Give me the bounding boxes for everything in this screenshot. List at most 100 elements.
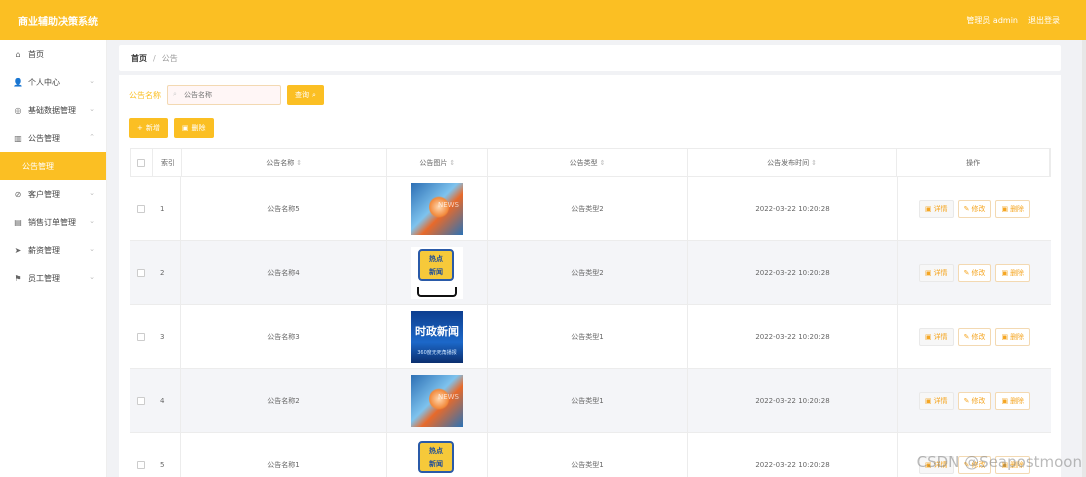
detail-button[interactable]: ▣ 详情 (918, 391, 954, 410)
header-time[interactable]: 公告发布时间 ⇕ (688, 149, 898, 176)
search-input[interactable] (167, 85, 281, 105)
row-type: 公告类型1 (488, 433, 688, 477)
page-scrollbar[interactable] (1082, 40, 1086, 477)
table-row: 3 公告名称3 时政新闻 360度无死角播报 公告类型1 2022-03-22 10:20… (130, 305, 1051, 369)
detail-button-label: 详情 (933, 332, 948, 341)
sidebar-item-3[interactable]: ▥ 公告管理 ⌃ (0, 124, 106, 152)
breadcrumb-home[interactable]: 首页 (131, 53, 147, 64)
detail-button-label: 详情 (933, 204, 948, 213)
header-image-label: 公告图片 (419, 158, 448, 167)
thumbnail-badge: 热点 新闻 (418, 248, 454, 281)
select-all-checkbox[interactable] (137, 158, 146, 167)
table-row: 2 公告名称4 热点 新闻 公告类型2 2022-03-22 10:20:28 ▣ 详情 ✎ 修改… (130, 241, 1051, 305)
delete-button[interactable]: ▣ 删除 (995, 391, 1031, 410)
top-header: 商业辅助决策系统 管理员 admin 退出登录 (0, 0, 1086, 40)
bulk-delete-label: 删除 (191, 124, 206, 132)
trash-icon: ▣ (181, 124, 189, 132)
flag-icon: ⚑ (14, 273, 22, 283)
announcement-thumbnail[interactable]: 热点 新闻 (411, 438, 463, 477)
row-image-cell: NEWS (387, 177, 488, 240)
sidebar-item-5[interactable]: ⊘ 客户管理 ⌄ (0, 180, 106, 208)
trash-icon: ▤ (14, 217, 22, 227)
header-name-label: 公告名称 (266, 158, 295, 167)
search-row: 公告名称 ⌕ 查询 ⌕ (129, 85, 324, 105)
sort-icon[interactable]: ⇕ (600, 159, 606, 167)
logout-link[interactable]: 退出登录 (1028, 15, 1060, 26)
sidebar-item-6[interactable]: ▤ 销售订单管理 ⌄ (0, 208, 106, 236)
user-icon: 👤 (13, 77, 23, 87)
edit-icon: ✎ (963, 204, 970, 213)
edit-button[interactable]: ✎ 修改 (957, 263, 992, 282)
row-checkbox[interactable] (137, 460, 145, 469)
detail-button[interactable]: ▣ 详情 (918, 327, 954, 346)
breadcrumb-separator: / (153, 53, 156, 63)
row-select-cell (130, 241, 152, 304)
row-checkbox[interactable] (137, 332, 145, 341)
sort-icon[interactable]: ⇕ (296, 159, 302, 167)
announcement-table: 索引 公告名称 ⇕ 公告图片 ⇕ 公告类型 ⇕ 公告发布时间 ⇕ 操作 1 公告名称5 NE… (130, 148, 1051, 477)
edit-button[interactable]: ✎ 修改 (957, 327, 992, 346)
edit-button[interactable]: ✎ 修改 (957, 391, 992, 410)
header-type[interactable]: 公告类型 ⇕ (488, 149, 688, 176)
sidebar-item-label: 薪资管理 (28, 245, 60, 255)
thumbnail-line: 热点 (429, 254, 443, 263)
chevron-icon: ⌄ (89, 245, 95, 253)
bulk-delete-button[interactable]: ▣ 删除 (173, 118, 214, 138)
search-button[interactable]: 查询 ⌕ (287, 85, 324, 105)
row-name: 公告名称2 (181, 369, 387, 432)
trash-icon: ▣ (1001, 204, 1009, 213)
add-button-label: 新增 (145, 124, 160, 132)
delete-button[interactable]: ▣ 删除 (995, 199, 1031, 218)
delete-button[interactable]: ▣ 删除 (995, 327, 1031, 346)
chevron-icon: ⌄ (89, 189, 95, 197)
edit-icon: ✎ (963, 268, 970, 277)
edit-button-label: 修改 (971, 204, 986, 213)
header-name[interactable]: 公告名称 ⇕ (182, 149, 388, 176)
row-type: 公告类型1 (488, 369, 688, 432)
chevron-icon: ⌃ (89, 133, 95, 141)
search-icon: ⌕ (312, 90, 316, 99)
header-ops-label: 操作 (966, 158, 981, 167)
edit-button[interactable]: ✎ 修改 (957, 199, 992, 218)
detail-button[interactable]: ▣ 详情 (918, 263, 954, 282)
table-row: 5 公告名称1 热点 新闻 公告类型1 2022-03-22 10:20:28 ▣ 详情 ✎ 修改… (130, 433, 1051, 477)
sidebar-item-2[interactable]: ◎ 基础数据管理 ⌄ (0, 96, 106, 124)
row-name: 公告名称4 (181, 241, 387, 304)
sidebar-item-label: 公告管理 (22, 161, 54, 171)
detail-button[interactable]: ▣ 详情 (918, 199, 954, 218)
row-checkbox[interactable] (137, 396, 145, 405)
announcement-thumbnail[interactable]: NEWS (411, 182, 463, 235)
detail-icon: ▣ (924, 268, 932, 277)
sidebar-item-0[interactable]: ⌂ 首页 (0, 40, 106, 68)
delete-button-label: 删除 (1010, 396, 1025, 405)
delete-button-label: 删除 (1010, 268, 1025, 277)
select-all-cell (131, 149, 153, 176)
header-type-label: 公告类型 (569, 158, 598, 167)
current-user[interactable]: 管理员 admin (966, 15, 1018, 26)
sidebar-item-label: 基础数据管理 (28, 105, 76, 115)
home-icon: ⌂ (15, 49, 21, 59)
sidebar-item-1[interactable]: 👤 个人中心 ⌄ (0, 68, 106, 96)
trash-icon: ▣ (1001, 332, 1009, 341)
row-time: 2022-03-22 10:20:28 (688, 177, 898, 240)
detail-icon: ▣ (924, 396, 932, 405)
row-time: 2022-03-22 10:20:28 (688, 369, 898, 432)
announcement-thumbnail[interactable]: 时政新闻 360度无死角播报 (411, 310, 463, 363)
sidebar-item-8[interactable]: ⚑ 员工管理 ⌄ (0, 264, 106, 292)
announcement-thumbnail[interactable]: NEWS (411, 374, 463, 427)
sort-icon[interactable]: ⇕ (449, 159, 455, 167)
sidebar-item-4[interactable]: 公告管理 (0, 152, 106, 180)
announcement-thumbnail[interactable]: 热点 新闻 (411, 246, 463, 299)
add-button[interactable]: + 新增 (129, 118, 168, 138)
sort-icon[interactable]: ⇕ (811, 159, 817, 167)
table-header-row: 索引 公告名称 ⇕ 公告图片 ⇕ 公告类型 ⇕ 公告发布时间 ⇕ 操作 (130, 148, 1051, 177)
delete-button[interactable]: ▣ 删除 (995, 263, 1031, 282)
header-image[interactable]: 公告图片 ⇕ (387, 149, 489, 176)
row-checkbox[interactable] (137, 268, 145, 277)
row-type: 公告类型2 (488, 177, 688, 240)
row-checkbox[interactable] (137, 204, 145, 213)
thumbnail-text: NEWS (437, 392, 459, 401)
sidebar-item-7[interactable]: ➤ 薪资管理 ⌄ (0, 236, 106, 264)
row-type: 公告类型1 (488, 305, 688, 368)
row-time: 2022-03-22 10:20:28 (688, 433, 898, 477)
